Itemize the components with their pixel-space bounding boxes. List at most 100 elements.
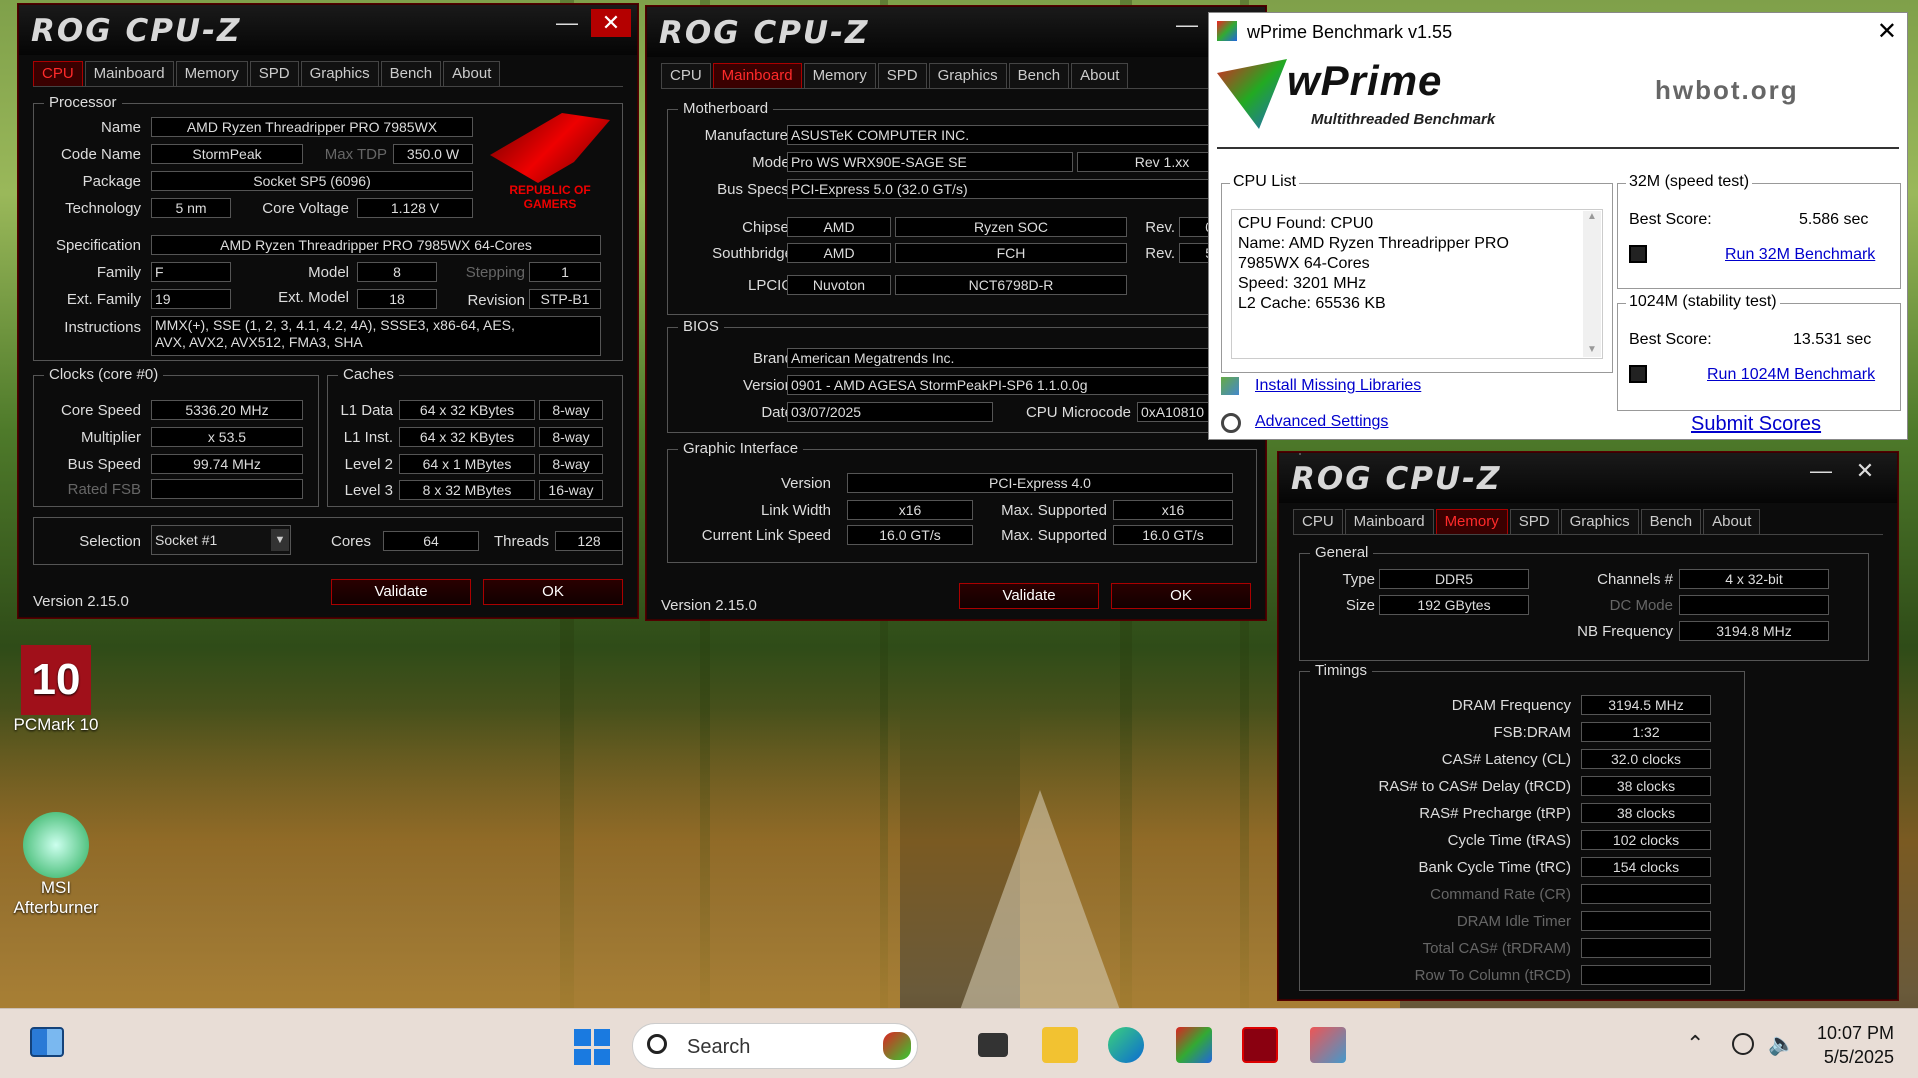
scroll-down-icon[interactable]: ▼ [1583, 344, 1601, 355]
volume-icon[interactable]: 🔈 [1768, 1031, 1795, 1057]
snipping-tool-icon[interactable] [1310, 1027, 1346, 1063]
chevron-up-icon[interactable]: ⌃ [1686, 1031, 1704, 1057]
multiplier-value: x 53.5 [151, 427, 303, 447]
pcmark-icon: 10 [21, 645, 91, 715]
level3-ways: 16-way [539, 480, 603, 500]
socket-select[interactable]: Socket #1 [151, 525, 291, 555]
scrollbar[interactable]: ▲ ▼ [1583, 211, 1601, 357]
timing-label: FSB:DRAM [1493, 724, 1571, 741]
timing-value: 3194.5 MHz [1581, 695, 1711, 715]
maxtdp-value: 350.0 W [393, 144, 473, 164]
core-voltage-value: 1.128 V [357, 198, 473, 218]
tab-mainboard[interactable]: Mainboard [84, 61, 174, 86]
maxtdp-label: Max TDP [324, 146, 387, 163]
timing-value [1581, 884, 1711, 904]
type-label: Type [1342, 571, 1375, 588]
tab-cpu[interactable]: CPU [1293, 509, 1343, 534]
clock-date[interactable]: 5/5/2025 [1814, 1047, 1894, 1068]
bios-date-label: Date [761, 404, 793, 421]
technology-value: 5 nm [151, 198, 231, 218]
tab-bench[interactable]: Bench [380, 61, 442, 86]
timing-value [1581, 911, 1711, 931]
tab-mainboard[interactable]: Mainboard [1344, 509, 1434, 534]
ok-button[interactable]: OK [1111, 583, 1251, 609]
channels-value: 4 x 32-bit [1679, 569, 1829, 589]
chipset-label: Chipset [742, 219, 793, 236]
run-1024m-button[interactable]: Run 1024M Benchmark [1707, 366, 1875, 384]
clock-time[interactable]: 10:07 PM [1814, 1023, 1894, 1044]
cpuz-window-cpu: ROG CPU-Z — ✕ CPU Mainboard Memory SPD G… [18, 4, 638, 618]
submit-scores-link[interactable]: Submit Scores [1691, 413, 1821, 436]
bus-speed-value: 99.74 MHz [151, 454, 303, 474]
codename-label: Code Name [60, 146, 141, 163]
tab-spd[interactable]: SPD [877, 63, 927, 88]
minimize-icon[interactable]: — [547, 9, 587, 37]
tab-cpu[interactable]: CPU [33, 61, 83, 86]
name-value: AMD Ryzen Threadripper PRO 7985WX [151, 117, 473, 137]
selection-label: Selection [79, 533, 141, 550]
tab-graphics[interactable]: Graphics [928, 63, 1007, 88]
edge-icon[interactable] [1108, 1027, 1144, 1063]
scroll-up-icon[interactable]: ▲ [1583, 211, 1601, 222]
tab-memory[interactable]: Memory [803, 63, 876, 88]
close-icon[interactable]: ✕ [1845, 457, 1885, 485]
cpuz-window-mainboard: ROG CPU-Z — CPU Mainboard Memory SPD Gra… [646, 6, 1266, 620]
divider [1217, 147, 1899, 149]
wprime-titlebar[interactable]: wPrime Benchmark v1.55 ✕ [1209, 13, 1907, 53]
cpuz-taskbar-icon[interactable] [1242, 1027, 1278, 1063]
afterburner-icon [23, 812, 89, 878]
instructions-line-1: MMX(+), SSE (1, 2, 3, 4.1, 4.2, 4A), SSS… [155, 317, 515, 333]
level2-label: Level 2 [344, 456, 393, 473]
timing-label: CAS# Latency (CL) [1441, 751, 1571, 768]
run-32m-button[interactable]: Run 32M Benchmark [1725, 246, 1875, 264]
tab-memory[interactable]: Memory [175, 61, 248, 86]
tab-spd[interactable]: SPD [1509, 509, 1559, 534]
search-box[interactable]: Search [632, 1023, 918, 1069]
windows-icon [574, 1029, 591, 1046]
tab-about[interactable]: About [1703, 509, 1761, 534]
validate-button[interactable]: Validate [959, 583, 1099, 609]
tab-about[interactable]: About [443, 61, 501, 86]
cpu-name-2: 7985WX 64-Cores [1238, 255, 1370, 272]
validate-button[interactable]: Validate [331, 579, 471, 605]
install-libraries-link[interactable]: Install Missing Libraries [1255, 377, 1421, 395]
globe-icon[interactable] [1732, 1033, 1754, 1055]
tab-bench[interactable]: Bench [1640, 509, 1702, 534]
close-icon[interactable]: ✕ [591, 9, 631, 37]
tab-bench[interactable]: Bench [1008, 63, 1070, 88]
start-button[interactable] [574, 1029, 610, 1065]
tab-graphics[interactable]: Graphics [300, 61, 379, 86]
file-explorer-icon[interactable] [1042, 1027, 1078, 1063]
level2-value: 64 x 1 MBytes [399, 454, 535, 474]
timing-value [1581, 938, 1711, 958]
max-supported-speed-label: Max. Supported [1001, 527, 1107, 544]
task-view-icon[interactable] [978, 1033, 1008, 1057]
tab-memory[interactable]: Memory [1435, 509, 1508, 534]
tab-spd[interactable]: SPD [249, 61, 299, 86]
ext-family-label: Ext. Family [66, 291, 141, 308]
advanced-settings-link[interactable]: Advanced Settings [1255, 413, 1388, 431]
l1-data-value: 64 x 32 KBytes [399, 400, 535, 420]
model-value: 8 [357, 262, 437, 282]
pcmark10-desktop-icon[interactable]: 10 PCMark 10 [8, 645, 104, 735]
widgets-icon[interactable] [30, 1027, 64, 1057]
tab-graphics[interactable]: Graphics [1560, 509, 1639, 534]
cpu-list-text[interactable]: CPU Found: CPU0 Name: AMD Ryzen Threadri… [1231, 209, 1603, 359]
best-score-1024-label: Best Score: [1629, 331, 1712, 348]
tab-mainboard[interactable]: Mainboard [712, 63, 802, 88]
tab-about[interactable]: About [1071, 63, 1129, 88]
wprime-taskbar-icon[interactable] [1176, 1027, 1212, 1063]
close-icon[interactable]: ✕ [1877, 17, 1897, 46]
save-icon[interactable] [1629, 245, 1647, 263]
rog-text-1: REPUBLIC OF [509, 183, 591, 197]
tab-cpu[interactable]: CPU [661, 63, 711, 88]
version-label: Version 2.15.0 [661, 597, 757, 614]
minimize-icon[interactable]: — [1801, 457, 1841, 485]
minimize-icon[interactable]: — [1167, 11, 1207, 39]
timing-label: RAS# to CAS# Delay (tRCD) [1378, 778, 1571, 795]
save-icon[interactable] [1629, 365, 1647, 383]
wprime-title: wPrime Benchmark v1.55 [1247, 22, 1453, 42]
chevron-down-icon[interactable]: ▼ [271, 529, 289, 551]
ok-button[interactable]: OK [483, 579, 623, 605]
msi-afterburner-desktop-icon[interactable]: MSI Afterburner [4, 812, 108, 918]
